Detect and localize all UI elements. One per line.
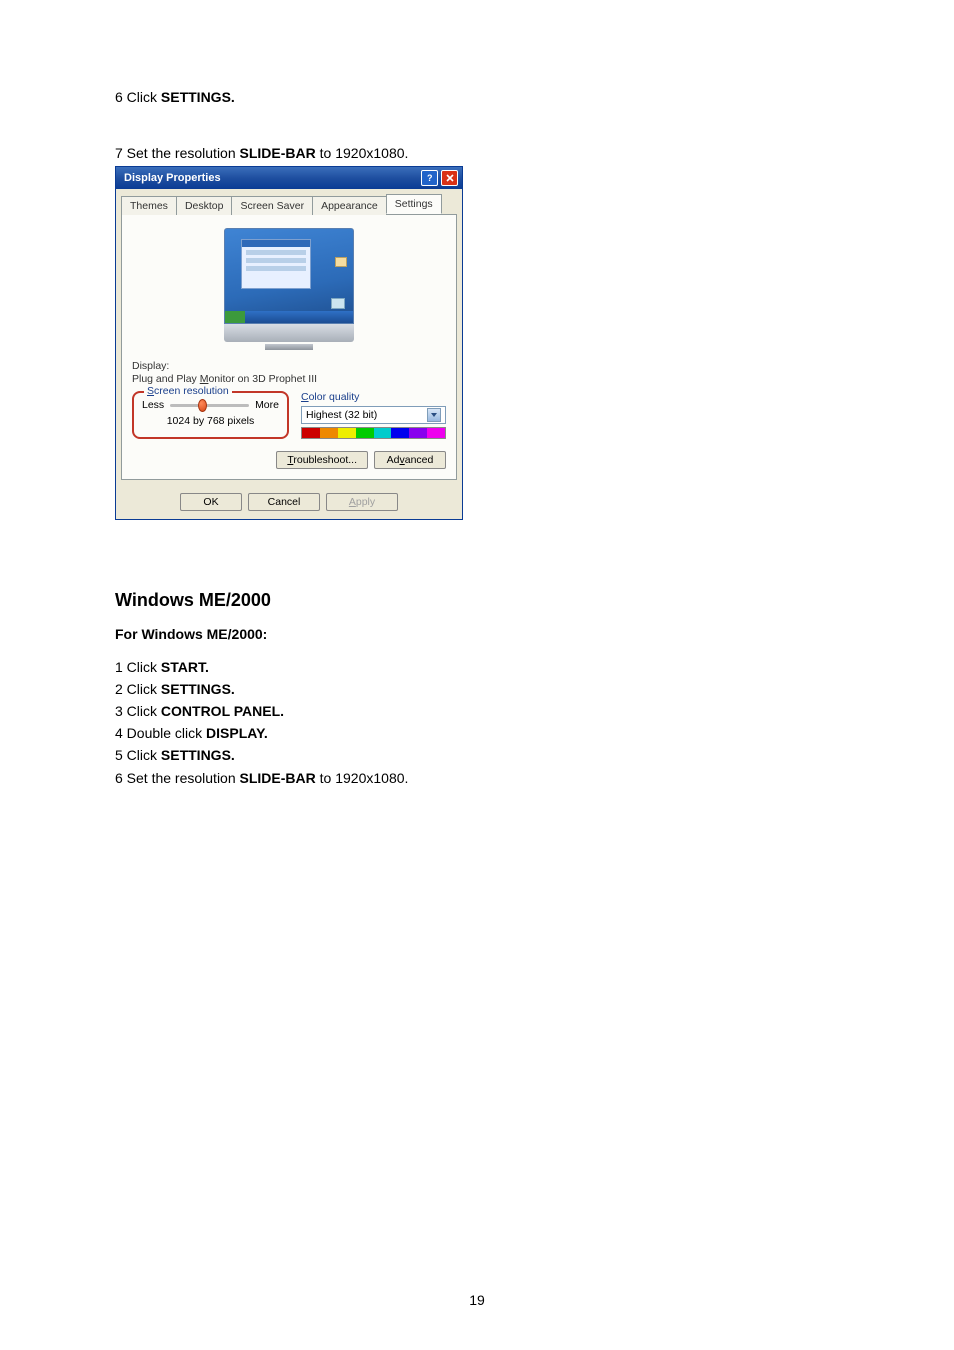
ok-button[interactable]: OK [180, 493, 242, 511]
monitor-preview [132, 223, 446, 360]
apply-button[interactable]: Apply [326, 493, 398, 511]
svg-text:?: ? [427, 173, 433, 183]
close-button[interactable] [441, 170, 458, 186]
tab-bar: Themes Desktop Screen Saver Appearance S… [116, 189, 462, 214]
me-step-4: 4 Double click DISPLAY. [115, 724, 839, 742]
folder-icon [335, 257, 347, 267]
recycle-bin-icon [331, 298, 345, 309]
resolution-value: 1024 by 768 pixels [142, 415, 279, 427]
settings-panel: Display: Plug and Play Monitor on 3D Pro… [121, 214, 457, 480]
tab-settings[interactable]: Settings [386, 194, 442, 214]
display-label: Display: [132, 360, 446, 372]
page-number: 19 [469, 1292, 485, 1308]
me-step-1: 1 Click START. [115, 658, 839, 676]
color-quality-group: Color quality Highest (32 bit) [299, 391, 446, 439]
tab-appearance[interactable]: Appearance [312, 196, 387, 215]
me-step-2: 2 Click SETTINGS. [115, 680, 839, 698]
display-properties-dialog: Display Properties ? Themes Desktop Scre… [115, 166, 463, 520]
me-step-3: 3 Click CONTROL PANEL. [115, 702, 839, 720]
dialog-footer: OK Cancel Apply [116, 485, 462, 519]
instruction-step-7: 7 Set the resolution SLIDE-BAR to 1920x1… [115, 144, 839, 162]
help-button[interactable]: ? [421, 170, 438, 186]
screen-resolution-group: Screen resolution Less More 1024 by 768 … [132, 391, 289, 439]
window-title: Display Properties [124, 172, 221, 184]
troubleshoot-button[interactable]: Troubleshoot... [276, 451, 368, 469]
tab-screen-saver[interactable]: Screen Saver [231, 196, 313, 215]
titlebar: Display Properties ? [116, 167, 462, 189]
color-quality-select[interactable]: Highest (32 bit) [301, 406, 446, 424]
chevron-down-icon [427, 408, 441, 422]
cancel-button[interactable]: Cancel [248, 493, 320, 511]
resolution-slider[interactable]: Less More [142, 399, 279, 411]
me-step-5: 5 Click SETTINGS. [115, 746, 839, 764]
instruction-step-6: 6 Click SETTINGS. [115, 88, 839, 106]
advanced-button[interactable]: Advanced [374, 451, 446, 469]
tab-themes[interactable]: Themes [121, 196, 177, 215]
tab-desktop[interactable]: Desktop [176, 196, 233, 215]
section-heading-windows-me-2000: Windows ME/2000 [115, 590, 839, 611]
display-name: Plug and Play Monitor on 3D Prophet III [132, 373, 446, 385]
me-step-6: 6 Set the resolution SLIDE-BAR to 1920x1… [115, 769, 839, 787]
color-gradient-bar [301, 427, 446, 439]
section-sub: For Windows ME/2000: [115, 625, 839, 643]
